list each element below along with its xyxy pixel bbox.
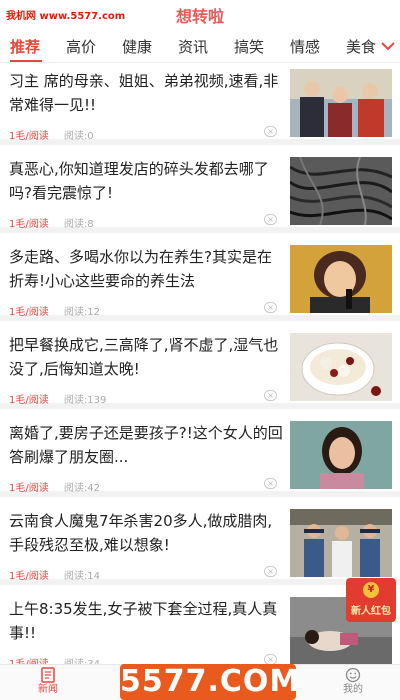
app-screen: 我机网 www.5577.com 想转啦 推荐 高价 健康 资讯 搞笑 情感 美… — [0, 0, 400, 700]
article-meta: 1毛/阅读 阅读:139 — [9, 391, 106, 406]
article-item[interactable]: 离婚了,要房子还是要孩子?!这个女人的回答刷爆了朋友圈... 1毛/阅读 阅读:… — [0, 415, 400, 497]
soup-bowl-image — [290, 333, 392, 401]
article-meta: 1毛/阅读 阅读:14 — [9, 567, 100, 582]
tab-food[interactable]: 美食 — [346, 36, 376, 57]
document-icon — [41, 667, 55, 683]
nav-news[interactable]: 新闻 — [18, 667, 78, 697]
article-title[interactable]: 离婚了,要房子还是要孩子?!这个女人的回答刷爆了朋友圈... — [9, 421, 284, 469]
article-meta: 1毛/阅读 阅读:0 — [9, 127, 94, 142]
read-count: 阅读:12 — [63, 307, 101, 318]
dismiss-button[interactable]: × — [264, 478, 277, 489]
dismiss-button[interactable]: × — [264, 302, 277, 313]
header: 我机网 www.5577.com 想转啦 — [0, 0, 400, 30]
app-title: 想转啦 — [175, 7, 224, 26]
article-item[interactable]: 多走路、多喝水你以为在养生?其实是在折寿!小心这些要命的养生法 1毛/阅读 阅读… — [0, 239, 400, 321]
article-title[interactable]: 多走路、多喝水你以为在养生?其实是在折寿!小心这些要命的养生法 — [9, 245, 284, 293]
tab-funny[interactable]: 搞笑 — [234, 36, 264, 57]
article-title[interactable]: 习主 席的母亲、姐姐、弟弟视频,速看,非常难得一见!! — [9, 69, 284, 117]
tabs-more-button[interactable] — [376, 30, 400, 62]
police-image — [290, 509, 392, 577]
reward-rate: 1毛/阅读 — [9, 131, 49, 142]
reward-rate: 1毛/阅读 — [9, 395, 49, 406]
article-item[interactable]: 云南食人魔鬼7年杀害20多人,做成腊肉,手段残忍至极,难以想象! 1毛/阅读 阅… — [0, 503, 400, 585]
reward-rate: 1毛/阅读 — [9, 483, 49, 494]
hair-thumbnail[interactable] — [290, 157, 392, 225]
active-tab-indicator — [10, 60, 42, 62]
article-meta: 1毛/阅读 阅读:42 — [9, 479, 100, 494]
article-meta: 1毛/阅读 阅读:8 — [9, 215, 94, 230]
chevron-down-icon — [381, 42, 395, 51]
red-packet-label: 新人红包 — [351, 606, 391, 617]
tab-news[interactable]: 资讯 — [178, 36, 208, 57]
tab-emotion[interactable]: 情感 — [290, 36, 320, 57]
article-item[interactable]: 把早餐换成它,三高降了,肾不虚了,湿气也没了,后悔知道太晚! 1毛/阅读 阅读:… — [0, 327, 400, 409]
read-count: 阅读:139 — [63, 395, 107, 406]
coin-icon: ¥ — [363, 582, 379, 598]
tab-high-price[interactable]: 高价 — [66, 36, 96, 57]
smiley-icon — [345, 667, 361, 683]
new-user-red-packet-button[interactable]: ¥ 新人红包 — [346, 578, 396, 622]
woman-portrait-image — [290, 421, 392, 489]
read-count: 阅读:0 — [63, 131, 94, 142]
nav-mine-label: 我的 — [343, 684, 363, 695]
site-watermark: 5577.COM — [120, 664, 301, 700]
woman-portrait-thumbnail[interactable] — [290, 421, 392, 489]
hair-image — [290, 157, 392, 225]
article-item[interactable]: 真恶心,你知道理发店的碎头发都去哪了吗?看完震惊了! 1毛/阅读 阅读:8 × — [0, 151, 400, 233]
read-count: 阅读:14 — [63, 571, 101, 582]
police-thumbnail[interactable] — [290, 509, 392, 577]
article-meta: 1毛/阅读 阅读:12 — [9, 303, 100, 318]
article-item[interactable]: 上午8:35发生,女子被下套全过程,真人真事!! 1毛/阅读 阅读:34 × — [0, 591, 400, 673]
article-title[interactable]: 把早餐换成它,三高降了,肾不虚了,湿气也没了,后悔知道太晚! — [9, 333, 284, 381]
dismiss-button[interactable]: × — [264, 126, 277, 137]
nav-mine[interactable]: 我的 — [323, 667, 383, 697]
read-count: 阅读:8 — [63, 219, 94, 230]
tab-health[interactable]: 健康 — [122, 36, 152, 57]
article-title[interactable]: 上午8:35发生,女子被下套全过程,真人真事!! — [9, 597, 284, 645]
dismiss-button[interactable]: × — [264, 214, 277, 225]
speaker-thumbnail[interactable] — [290, 245, 392, 313]
dismiss-button[interactable]: × — [264, 566, 277, 577]
soup-bowl-thumbnail[interactable] — [290, 333, 392, 401]
group-photo-thumbnail[interactable] — [290, 69, 392, 137]
dismiss-button[interactable]: × — [264, 390, 277, 401]
category-tabs: 推荐 高价 健康 资讯 搞笑 情感 美食 — [0, 30, 400, 63]
reward-rate: 1毛/阅读 — [9, 571, 49, 582]
read-count: 阅读:42 — [63, 483, 101, 494]
group-photo-image — [290, 69, 392, 137]
article-item[interactable]: 习主 席的母亲、姐姐、弟弟视频,速看,非常难得一见!! 1毛/阅读 阅读:0 × — [0, 63, 400, 145]
speaker-image — [290, 245, 392, 313]
reward-rate: 1毛/阅读 — [9, 219, 49, 230]
reward-rate: 1毛/阅读 — [9, 307, 49, 318]
tab-recommend[interactable]: 推荐 — [10, 36, 40, 57]
article-title[interactable]: 真恶心,你知道理发店的碎头发都去哪了吗?看完震惊了! — [9, 157, 284, 205]
nav-news-label: 新闻 — [38, 684, 58, 695]
article-title[interactable]: 云南食人魔鬼7年杀害20多人,做成腊肉,手段残忍至极,难以想象! — [9, 509, 284, 557]
